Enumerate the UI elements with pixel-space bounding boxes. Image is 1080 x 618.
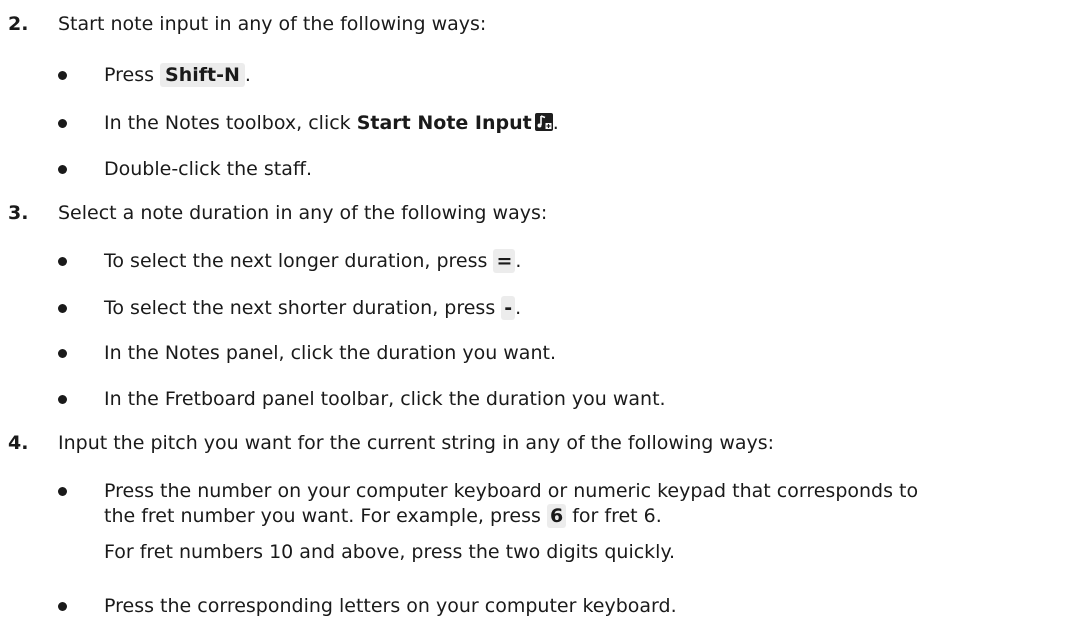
shortcut-key: - — [501, 296, 516, 320]
list-item-note: For fret numbers 10 and above, press the… — [104, 541, 676, 563]
shortcut-key: Shift-N — [160, 63, 245, 87]
list-item-text: Press the number on your computer keyboa… — [104, 480, 919, 502]
list-item-text: To select the next longer duration, pres… — [104, 249, 522, 273]
step-number: 2. — [8, 13, 29, 35]
step-3: 3. Select a note duration in any of the … — [0, 201, 1080, 224]
bullet-dot — [58, 165, 67, 174]
command-name: Start Note Input — [356, 112, 532, 134]
list-item-text: Press Shift-N. — [104, 63, 251, 87]
step-number: 4. — [8, 432, 29, 454]
bullet-dot — [58, 349, 67, 358]
shortcut-key: 6 — [546, 504, 567, 528]
step-text: Input the pitch you want for the current… — [58, 432, 775, 454]
step-number: 3. — [8, 202, 29, 224]
step-2: 2. Start note input in any of the follow… — [0, 12, 1080, 35]
list-item-text: Press the corresponding letters on your … — [104, 595, 677, 617]
list-item-text: In the Notes toolbox, click Start Note I… — [104, 112, 559, 134]
bullet-dot — [58, 487, 67, 496]
bullet-dot — [58, 71, 67, 80]
step-4: 4. Input the pitch you want for the curr… — [0, 431, 1080, 454]
list-item-text: Double-click the staff. — [104, 158, 313, 180]
list-item-text: In the Fretboard panel toolbar, click th… — [104, 388, 666, 410]
bullet-dot — [58, 304, 67, 313]
bullet-dot — [58, 257, 67, 266]
bullet-dot — [58, 395, 67, 404]
bullet-dot — [58, 602, 67, 611]
shortcut-key: = — [493, 249, 516, 273]
step-text: Start note input in any of the following… — [58, 13, 487, 35]
list-item-text: To select the next shorter duration, pre… — [104, 296, 522, 320]
start-note-input-icon — [534, 113, 553, 131]
step-text: Select a note duration in any of the fol… — [58, 202, 548, 224]
bullet-dot — [58, 119, 67, 128]
list-item-text: In the Notes panel, click the duration y… — [104, 342, 556, 364]
list-item-text: the fret number you want. For example, p… — [104, 504, 662, 528]
